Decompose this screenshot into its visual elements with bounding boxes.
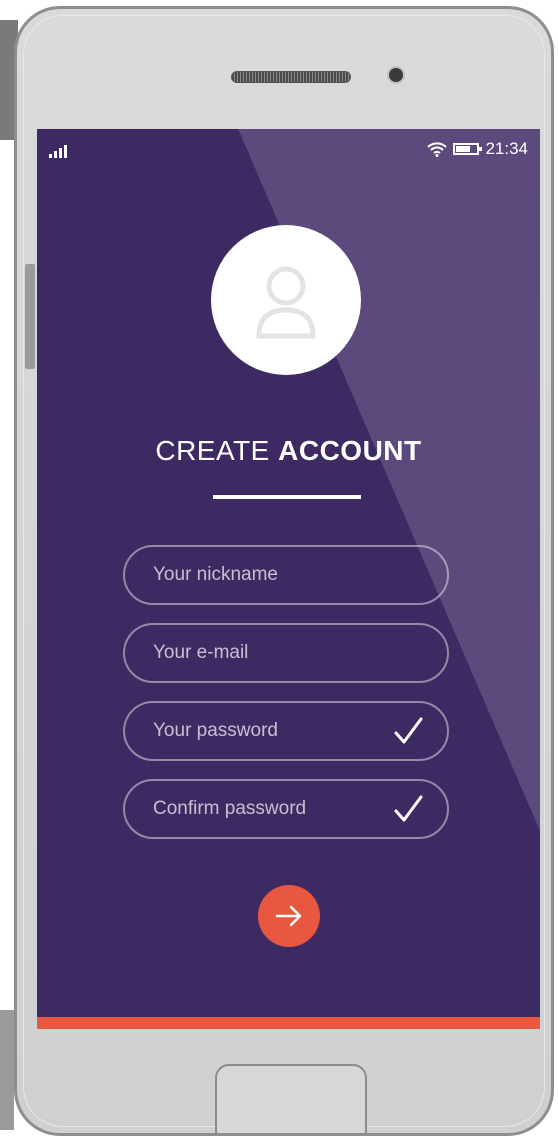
app-screen: 21:34 CREATE ACCOUNT Your nickname Your … xyxy=(37,129,540,1029)
home-button[interactable] xyxy=(215,1064,367,1133)
password-placeholder: Your password xyxy=(153,720,278,741)
accent-bar xyxy=(37,1017,540,1029)
user-silhouette-icon xyxy=(256,266,316,339)
nickname-placeholder: Your nickname xyxy=(153,564,278,585)
background-shape xyxy=(0,1010,14,1130)
email-field[interactable]: Your e-mail xyxy=(123,623,449,683)
title-bold: ACCOUNT xyxy=(278,435,422,466)
battery-icon xyxy=(453,143,483,155)
title-light: CREATE xyxy=(155,435,270,466)
signal-icon xyxy=(49,145,67,158)
page-title: CREATE ACCOUNT xyxy=(37,435,540,467)
phone-frame: 21:34 CREATE ACCOUNT Your nickname Your … xyxy=(14,6,554,1136)
password-field[interactable]: Your password xyxy=(123,701,449,761)
title-underline xyxy=(213,495,361,499)
status-time: 21:34 xyxy=(485,139,528,158)
email-placeholder: Your e-mail xyxy=(153,642,249,663)
phone-side-button xyxy=(25,264,35,369)
status-bar: 21:34 xyxy=(37,139,540,165)
nickname-field[interactable]: Your nickname xyxy=(123,545,449,605)
confirm-password-placeholder: Confirm password xyxy=(153,798,307,819)
phone-speaker xyxy=(231,71,351,83)
confirm-password-field[interactable]: Confirm password xyxy=(123,779,449,839)
phone-camera xyxy=(387,66,405,84)
checkmark-icon xyxy=(394,717,423,744)
arrow-right-icon xyxy=(275,905,302,927)
wifi-icon xyxy=(427,142,448,157)
status-right: 21:34 xyxy=(427,139,528,159)
submit-button[interactable] xyxy=(258,885,320,947)
avatar[interactable] xyxy=(211,225,361,375)
checkmark-icon xyxy=(394,795,423,822)
